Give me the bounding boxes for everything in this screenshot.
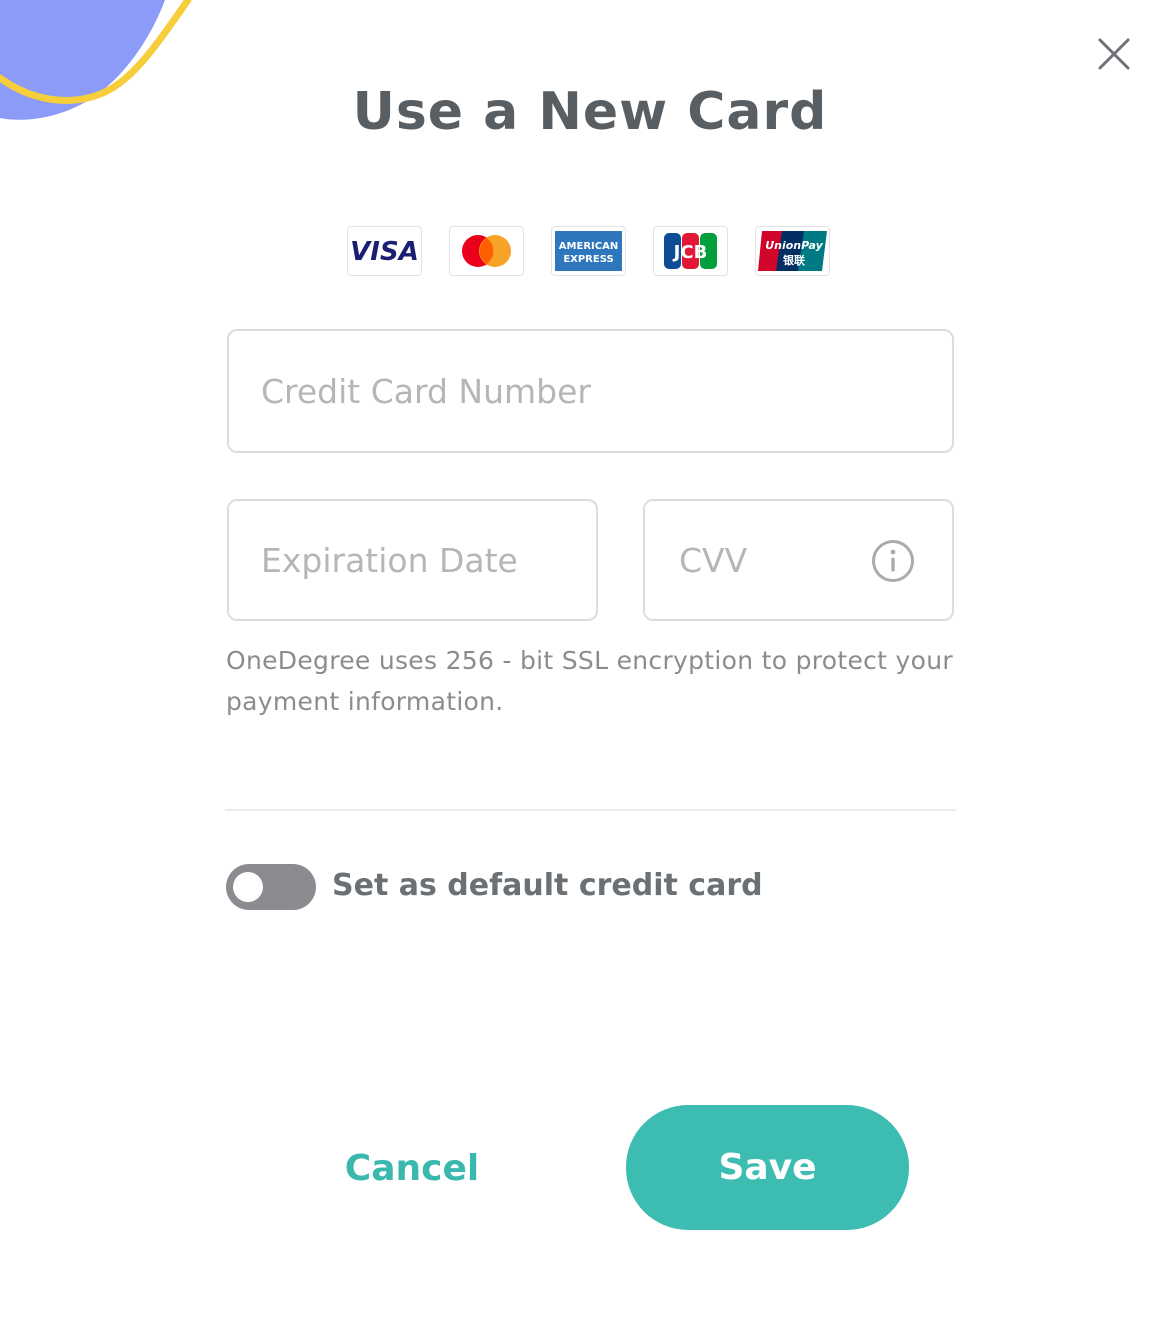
cvv-input[interactable]: [679, 501, 859, 619]
cvv-field[interactable]: [643, 499, 954, 621]
dialog-title: Use a New Card: [352, 82, 828, 142]
jcb-logo-text: JCB: [672, 242, 708, 263]
unionpay-logo-text-bottom: 银联: [783, 253, 805, 267]
card-number-input[interactable]: [261, 331, 924, 451]
save-button[interactable]: Save: [626, 1105, 909, 1230]
accepted-card-brands: VISA AMERICAN EXPRESS JCB UnionPay 银联: [347, 226, 830, 276]
close-icon: [1098, 38, 1130, 70]
expiration-date-field[interactable]: [227, 499, 598, 621]
toggle-knob: [233, 872, 263, 902]
visa-logo-text: VISA: [350, 237, 419, 267]
default-card-toggle[interactable]: [226, 864, 316, 910]
visa-logo-icon: VISA: [347, 226, 422, 276]
card-number-field[interactable]: [227, 329, 954, 453]
close-button[interactable]: [1092, 32, 1136, 76]
unionpay-logo-icon: UnionPay 银联: [755, 226, 830, 276]
amex-logo-text-bottom: EXPRESS: [563, 254, 613, 265]
jcb-logo-icon: JCB: [653, 226, 728, 276]
mastercard-logo-icon: [449, 226, 524, 276]
default-card-label: Set as default credit card: [332, 868, 763, 903]
cancel-button[interactable]: Cancel: [300, 1130, 524, 1206]
unionpay-logo-text-top: UnionPay: [765, 239, 823, 252]
info-icon[interactable]: [870, 538, 916, 584]
divider: [225, 809, 956, 811]
amex-logo-text-top: AMERICAN: [559, 241, 618, 252]
amex-logo-icon: AMERICAN EXPRESS: [551, 226, 626, 276]
expiration-date-input[interactable]: [261, 501, 568, 619]
security-note: OneDegree uses 256 - bit SSL encryption …: [226, 646, 953, 716]
